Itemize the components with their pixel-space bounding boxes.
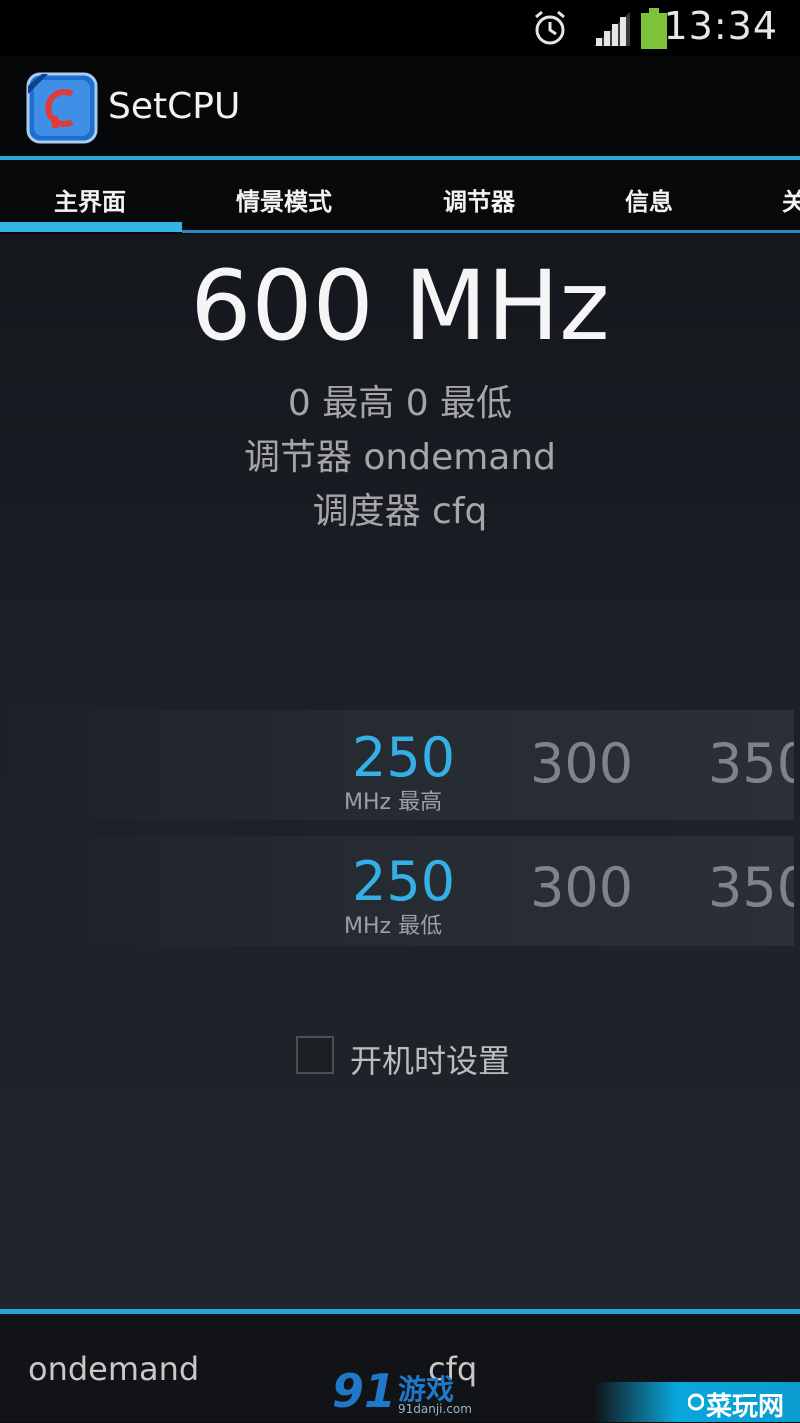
action-bar: SetCPU xyxy=(0,56,800,156)
tab-underline xyxy=(182,230,800,233)
watermark-url: 91danji.com xyxy=(398,1402,472,1416)
tab-governor[interactable]: 调节器 xyxy=(443,182,515,217)
watermark-caiwan: 菜玩网 xyxy=(594,1382,800,1422)
alarm-icon xyxy=(535,10,565,45)
tab-about[interactable]: 关 xyxy=(782,182,800,217)
max-min-readout: 0 最高 0 最低 xyxy=(287,383,513,424)
caiwan-logo-icon xyxy=(688,1393,704,1411)
status-bar: 13:34 xyxy=(0,0,800,56)
tab-info[interactable]: 信息 xyxy=(625,182,673,217)
min-unit-label: MHz 最低 xyxy=(344,914,443,939)
status-time: 13:34 xyxy=(663,4,778,48)
max-frequency-picker[interactable]: 250 MHz 最高 300 350 xyxy=(6,710,794,820)
signal-icon xyxy=(594,12,630,46)
max-unit-label: MHz 最高 xyxy=(344,790,443,815)
governor-readout: 调节器 ondemand xyxy=(243,437,557,478)
current-frequency: 600 MHz xyxy=(190,250,610,362)
setcpu-logo-icon[interactable] xyxy=(26,72,98,144)
set-on-boot-checkbox[interactable] xyxy=(296,1036,334,1074)
watermark-91danji: 91 游戏 91danji.com xyxy=(332,1364,472,1420)
max-option-value[interactable]: 300 xyxy=(530,732,633,795)
watermark-91-logo: 91 xyxy=(332,1364,397,1418)
min-option-value[interactable]: 300 xyxy=(530,856,633,919)
min-frequency-picker[interactable]: 250 MHz 最低 300 350 xyxy=(6,836,794,946)
watermark-caiwan-text: 菜玩网 xyxy=(706,1392,785,1422)
tab-main[interactable]: 主界面 xyxy=(54,182,126,217)
max-selected-value[interactable]: 250 xyxy=(352,726,455,789)
tab-profiles[interactable]: 情景模式 xyxy=(236,182,332,217)
set-on-boot-label[interactable]: 开机时设置 xyxy=(350,1036,510,1082)
app-title: SetCPU xyxy=(108,86,241,127)
bottom-governor[interactable]: ondemand xyxy=(28,1350,199,1388)
min-option-value[interactable]: 350 xyxy=(708,856,794,919)
max-option-value[interactable]: 350 xyxy=(708,732,794,795)
scheduler-readout: 调度器 cfq xyxy=(312,491,488,532)
tab-selected-indicator xyxy=(0,222,182,232)
min-selected-value[interactable]: 250 xyxy=(352,850,455,913)
